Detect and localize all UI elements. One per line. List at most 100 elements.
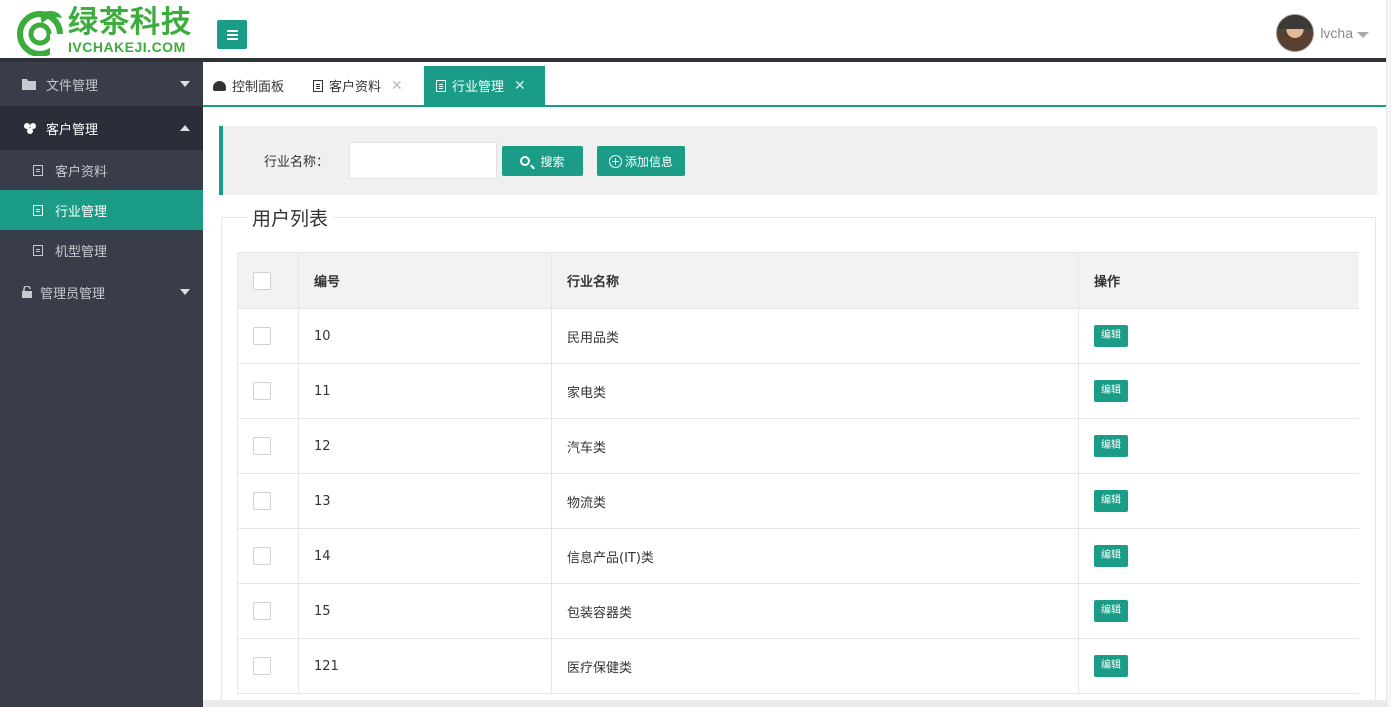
vertical-scrollbar[interactable] <box>1386 0 1391 707</box>
group-icon <box>22 122 36 134</box>
sidebar-item-customer-management[interactable]: 客户管理 <box>0 106 203 150</box>
table-row: 11 家电类 编辑 <box>237 363 1359 419</box>
edit-button[interactable]: 编辑 <box>1094 655 1128 677</box>
add-info-button[interactable]: 添加信息 <box>597 146 685 176</box>
row-select-cell <box>237 638 299 694</box>
row-industry-name: 信息产品(IT)类 <box>551 528 1079 584</box>
tab-label: 客户资料 <box>329 80 382 95</box>
hamburger-icon <box>226 29 238 32</box>
row-actions: 编辑 <box>1078 308 1359 364</box>
document-icon <box>436 79 446 92</box>
close-icon[interactable]: ✕ <box>514 78 526 94</box>
row-id: 13 <box>298 473 552 529</box>
row-checkbox[interactable] <box>253 492 271 510</box>
table-header-row: 编号 行业名称 操作 <box>237 252 1359 309</box>
sidebar-item-label: 管理员管理 <box>40 286 106 302</box>
brand-name-cn: 绿茶科技 <box>68 5 192 40</box>
edit-button[interactable]: 编辑 <box>1094 380 1128 402</box>
row-actions: 编辑 <box>1078 583 1359 639</box>
tab-customer-info[interactable]: 客户资料 ✕ <box>313 66 403 105</box>
leaf-logo-icon <box>17 11 64 56</box>
sidebar-item-label: 客户管理 <box>46 122 99 138</box>
sidebar-subitem-industry-management[interactable]: 行业管理 <box>0 190 203 230</box>
tab-label: 行业管理 <box>452 80 505 95</box>
row-checkbox[interactable] <box>253 327 271 345</box>
search-button[interactable]: 搜索 <box>502 146 583 176</box>
industry-name-label: 行业名称： <box>264 155 330 170</box>
search-panel: 行业名称： 搜索 添加信息 <box>219 126 1377 195</box>
caret-down-icon <box>1357 32 1369 38</box>
add-button-label: 添加信息 <box>624 154 673 169</box>
avatar <box>1276 14 1315 52</box>
close-icon[interactable]: ✕ <box>391 78 403 94</box>
search-button-label: 搜索 <box>540 154 565 169</box>
document-icon <box>33 244 43 256</box>
document-icon <box>313 79 323 92</box>
row-checkbox[interactable] <box>253 437 271 455</box>
row-actions: 编辑 <box>1078 638 1359 694</box>
tab-label: 控制面板 <box>232 80 285 95</box>
hamburger-line <box>226 33 238 36</box>
column-header-id: 编号 <box>298 252 552 309</box>
tab-industry-management[interactable]: 行业管理 ✕ <box>424 66 545 105</box>
sidebar-item-file-management[interactable]: 文件管理 <box>0 62 203 106</box>
column-header-industry-name: 行业名称 <box>551 252 1079 309</box>
brand-name-en: IVCHAKEJI.COM <box>68 39 186 55</box>
top-header: 绿茶科技 IVCHAKEJI.COM lvcha <box>0 0 1391 62</box>
menu-toggle-button[interactable] <box>217 20 247 49</box>
brand-logo[interactable]: 绿茶科技 IVCHAKEJI.COM <box>16 6 201 58</box>
user-name: lvcha <box>1320 25 1353 41</box>
row-industry-name: 汽车类 <box>551 418 1079 474</box>
row-id: 11 <box>298 363 552 419</box>
sidebar-subitem-customer-info[interactable]: 客户资料 <box>0 150 203 190</box>
sidebar-item-admin-management[interactable]: 管理员管理 <box>0 270 203 314</box>
select-all-checkbox[interactable] <box>253 271 271 290</box>
row-id: 10 <box>298 308 552 364</box>
row-industry-name: 包装容器类 <box>551 583 1079 639</box>
row-actions: 编辑 <box>1078 473 1359 529</box>
edit-button[interactable]: 编辑 <box>1094 545 1128 567</box>
table-row: 12 汽车类 编辑 <box>237 418 1359 474</box>
edit-button[interactable]: 编辑 <box>1094 325 1128 347</box>
user-list-title: 用户列表 <box>248 207 335 231</box>
row-actions: 编辑 <box>1078 528 1359 584</box>
row-checkbox[interactable] <box>253 657 271 675</box>
table-row: 10 民用品类 编辑 <box>237 308 1359 364</box>
row-industry-name: 物流类 <box>551 473 1079 529</box>
row-id: 121 <box>298 638 552 694</box>
edit-button[interactable]: 编辑 <box>1094 600 1128 622</box>
edit-button[interactable]: 编辑 <box>1094 435 1128 457</box>
user-menu[interactable]: lvcha <box>1276 14 1369 52</box>
row-select-cell <box>237 308 299 364</box>
table-row: 121 医疗保健类 编辑 <box>237 638 1359 694</box>
row-actions: 编辑 <box>1078 418 1359 474</box>
row-checkbox[interactable] <box>253 602 271 620</box>
dashboard-icon <box>213 80 226 91</box>
sidebar-subitem-label: 行业管理 <box>55 204 108 220</box>
row-select-cell <box>237 363 299 419</box>
edit-button[interactable]: 编辑 <box>1094 490 1128 512</box>
caret-up-icon <box>180 125 190 131</box>
hamburger-line <box>226 37 238 40</box>
sidebar-item-label: 文件管理 <box>46 78 99 94</box>
sidebar-subitem-label: 机型管理 <box>55 244 108 260</box>
sidebar-subitem-label: 客户资料 <box>55 164 108 180</box>
row-checkbox[interactable] <box>253 547 271 565</box>
row-select-cell <box>237 473 299 529</box>
sidebar-subitem-model-management[interactable]: 机型管理 <box>0 230 203 270</box>
row-industry-name: 家电类 <box>551 363 1079 419</box>
horizontal-scrollbar[interactable] <box>203 700 1391 707</box>
sidebar: 文件管理 客户管理 客户资料 行业管理 机型管理 管理员管理 <box>0 62 203 707</box>
row-checkbox[interactable] <box>253 382 271 400</box>
row-select-cell <box>237 528 299 584</box>
table-row: 13 物流类 编辑 <box>237 473 1359 529</box>
tab-dashboard[interactable]: 控制面板 <box>213 66 284 105</box>
row-id: 12 <box>298 418 552 474</box>
lock-icon <box>22 285 32 298</box>
row-select-cell <box>237 418 299 474</box>
row-actions: 编辑 <box>1078 363 1359 419</box>
add-circle-icon <box>608 154 622 168</box>
tab-bar: 控制面板 客户资料 ✕ 行业管理 ✕ <box>203 66 1391 107</box>
industry-name-input[interactable] <box>349 142 497 179</box>
row-id: 14 <box>298 528 552 584</box>
